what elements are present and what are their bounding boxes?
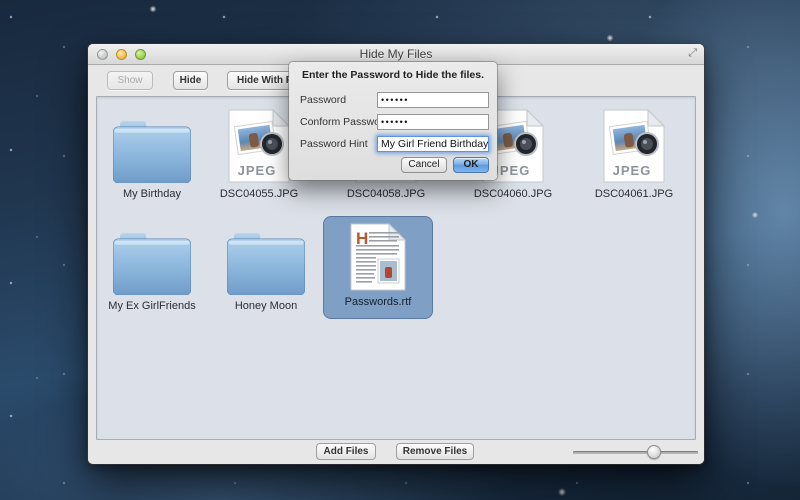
file-item-my-birthday[interactable]: My Birthday	[102, 107, 202, 200]
hide-button[interactable]: Hide	[173, 71, 208, 90]
file-label: DSC04060.JPG	[474, 188, 552, 200]
bottom-bar: Add Files Remove Files	[88, 440, 704, 464]
text-caret	[488, 138, 489, 148]
fullscreen-icon[interactable]: ⤢	[688, 47, 697, 60]
file-label: DSC04055.JPG	[220, 188, 298, 200]
remove-files-button[interactable]: Remove Files	[396, 443, 474, 460]
rtf-file-icon	[349, 223, 407, 291]
add-files-button[interactable]: Add Files	[316, 443, 376, 460]
file-item-my-ex-girlfriends[interactable]: My Ex GirlFriends	[97, 219, 207, 312]
cancel-button[interactable]: Cancel	[401, 157, 447, 173]
slider-track[interactable]	[573, 451, 698, 454]
icon-size-slider[interactable]	[573, 443, 698, 460]
password-hint-input[interactable]: My Girl Friend Birthday	[377, 136, 489, 152]
folder-icon	[113, 233, 191, 295]
password-dialog: Enter the Password to Hide the files. Pa…	[289, 62, 497, 180]
password-input[interactable]: ••••••	[377, 92, 489, 108]
file-label: Passwords.rtf	[345, 296, 412, 308]
file-label: My Birthday	[123, 188, 181, 200]
dialog-title: Enter the Password to Hide the files.	[289, 69, 497, 81]
password-hint-label: Password Hint	[300, 138, 368, 150]
confirm-password-input[interactable]: ••••••	[377, 114, 489, 130]
minimize-button[interactable]	[116, 49, 127, 60]
zoom-button[interactable]	[135, 49, 146, 60]
password-label: Password	[300, 94, 346, 106]
show-button[interactable]: Show	[107, 71, 153, 90]
window-title: Hide My Files	[88, 47, 704, 61]
confirm-password-label: Conform Password	[300, 116, 389, 128]
password-hint-value: My Girl Friend Birthday	[381, 138, 488, 150]
file-item-passwords-rtf[interactable]: Passwords.rtf	[323, 216, 433, 319]
file-label: DSC04058.JPG	[347, 188, 425, 200]
jpeg-file-icon	[227, 109, 291, 183]
slider-thumb[interactable]	[647, 445, 661, 459]
file-label: DSC04061.JPG	[595, 188, 673, 200]
file-item-honey-moon[interactable]: Honey Moon	[216, 219, 316, 312]
file-label: My Ex GirlFriends	[108, 300, 195, 312]
file-label: Honey Moon	[235, 300, 297, 312]
ok-button[interactable]: OK	[453, 157, 489, 173]
file-item-dsc04061[interactable]: DSC04061.JPG	[584, 107, 684, 200]
close-button[interactable]	[97, 49, 108, 60]
folder-icon	[227, 233, 305, 295]
jpeg-file-icon	[602, 109, 666, 183]
folder-icon	[113, 121, 191, 183]
